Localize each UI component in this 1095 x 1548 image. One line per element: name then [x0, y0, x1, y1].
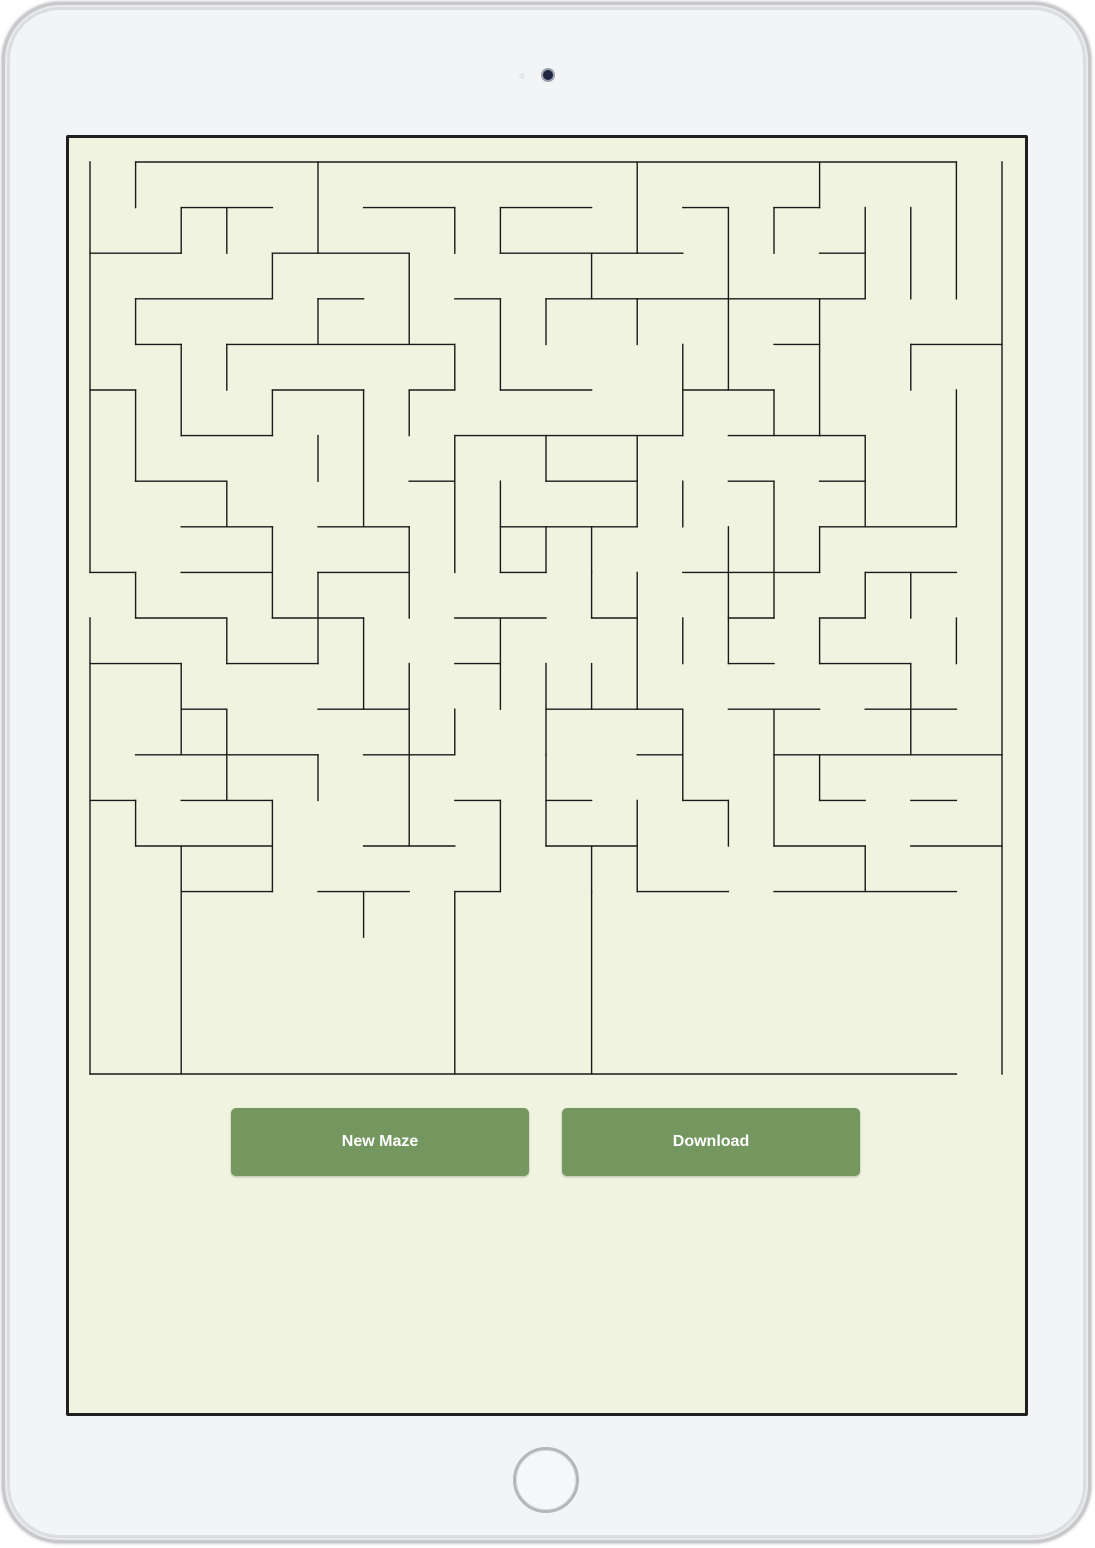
maze-canvas — [89, 161, 1003, 1075]
download-button[interactable]: Download — [562, 1108, 860, 1176]
app-screen: New Maze Download — [66, 135, 1028, 1416]
front-camera — [541, 68, 555, 82]
home-button[interactable] — [513, 1447, 579, 1513]
new-maze-button-label: New Maze — [341, 1133, 419, 1150]
new-maze-button[interactable]: New Maze — [231, 1108, 529, 1176]
front-sensor — [519, 73, 525, 79]
download-button-label: Download — [672, 1133, 750, 1150]
